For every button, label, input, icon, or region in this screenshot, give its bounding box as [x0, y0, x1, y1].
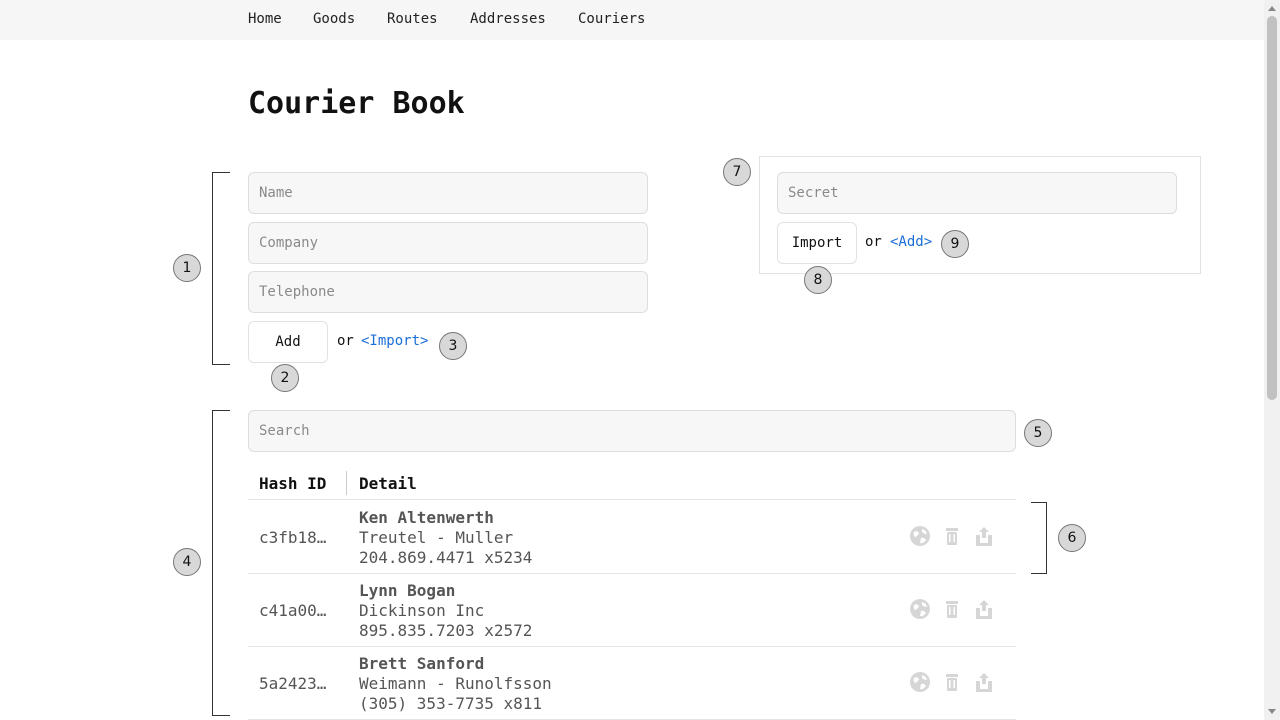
add-form-bracket: [212, 172, 230, 365]
annotation-7: 7: [723, 158, 751, 186]
nav-couriers[interactable]: Couriers: [578, 11, 645, 27]
secret-field[interactable]: [777, 172, 1177, 214]
courier-name: Ken Altenwerth: [359, 508, 494, 527]
table-row[interactable]: c41a00… Lynn Bogan Dickinson Inc 895.835…: [248, 574, 1016, 647]
courier-phone: 204.869.4471 x5234: [359, 548, 533, 567]
courier-company: Weimann - Runolfsson: [359, 674, 552, 693]
trash-icon[interactable]: [941, 671, 963, 693]
courier-company: Dickinson Inc: [359, 601, 485, 620]
table-row[interactable]: 5a2423… Brett Sanford Weimann - Runolfss…: [248, 647, 1016, 720]
col-hash-id[interactable]: Hash ID: [259, 474, 326, 493]
globe-icon[interactable]: [909, 671, 931, 693]
share-icon[interactable]: [973, 525, 995, 547]
list-bracket: [212, 410, 230, 716]
add-link[interactable]: <Add>: [890, 234, 932, 250]
share-icon[interactable]: [973, 671, 995, 693]
courier-phone: 895.835.7203 x2572: [359, 621, 533, 640]
scroll-thumb[interactable]: [1267, 16, 1277, 400]
nav-home[interactable]: Home: [248, 11, 282, 27]
page-title: Courier Book: [248, 86, 465, 121]
nav-addresses[interactable]: Addresses: [470, 11, 546, 27]
globe-icon[interactable]: [909, 525, 931, 547]
scroll-up-icon[interactable]: [1268, 6, 1276, 11]
col-detail[interactable]: Detail: [359, 474, 417, 493]
share-icon[interactable]: [973, 598, 995, 620]
annotation-8: 8: [804, 266, 832, 294]
hash-id: c41a00…: [259, 601, 327, 620]
hash-id: 5a2423…: [259, 674, 327, 693]
hash-id: c3fb18…: [259, 528, 327, 547]
telephone-field[interactable]: [248, 271, 648, 313]
top-nav: Home Goods Routes Addresses Couriers: [0, 0, 1264, 40]
import-button[interactable]: Import: [777, 222, 857, 264]
table-header: Hash ID Detail: [248, 466, 1016, 500]
courier-name: Brett Sanford: [359, 654, 485, 673]
annotation-2: 2: [271, 364, 299, 392]
or-text: or: [337, 333, 354, 349]
import-link[interactable]: <Import>: [361, 333, 428, 349]
courier-name: Lynn Bogan: [359, 581, 456, 600]
company-field[interactable]: [248, 222, 648, 264]
courier-company: Treutel - Muller: [359, 528, 514, 547]
column-divider: [346, 471, 347, 495]
nav-goods[interactable]: Goods: [313, 11, 355, 27]
annotation-4: 4: [173, 548, 201, 576]
annotation-6: 6: [1058, 524, 1086, 552]
table-row[interactable]: c3fb18… Ken Altenwerth Treutel - Muller …: [248, 501, 1016, 574]
trash-icon[interactable]: [941, 525, 963, 547]
search-input[interactable]: [248, 410, 1016, 452]
or-text-2: or: [865, 234, 882, 250]
trash-icon[interactable]: [941, 598, 963, 620]
annotation-5: 5: [1024, 419, 1052, 447]
annotation-1: 1: [173, 254, 201, 282]
globe-icon[interactable]: [909, 598, 931, 620]
annotation-9: 9: [941, 230, 969, 258]
nav-routes[interactable]: Routes: [387, 11, 438, 27]
scroll-down-icon[interactable]: [1268, 709, 1276, 714]
courier-phone: (305) 353-7735 x811: [359, 694, 543, 713]
name-field[interactable]: [248, 172, 648, 214]
row-actions-bracket: [1031, 502, 1047, 574]
page-scrollbar[interactable]: [1264, 0, 1280, 720]
annotation-3: 3: [439, 332, 467, 360]
add-button[interactable]: Add: [248, 321, 328, 363]
